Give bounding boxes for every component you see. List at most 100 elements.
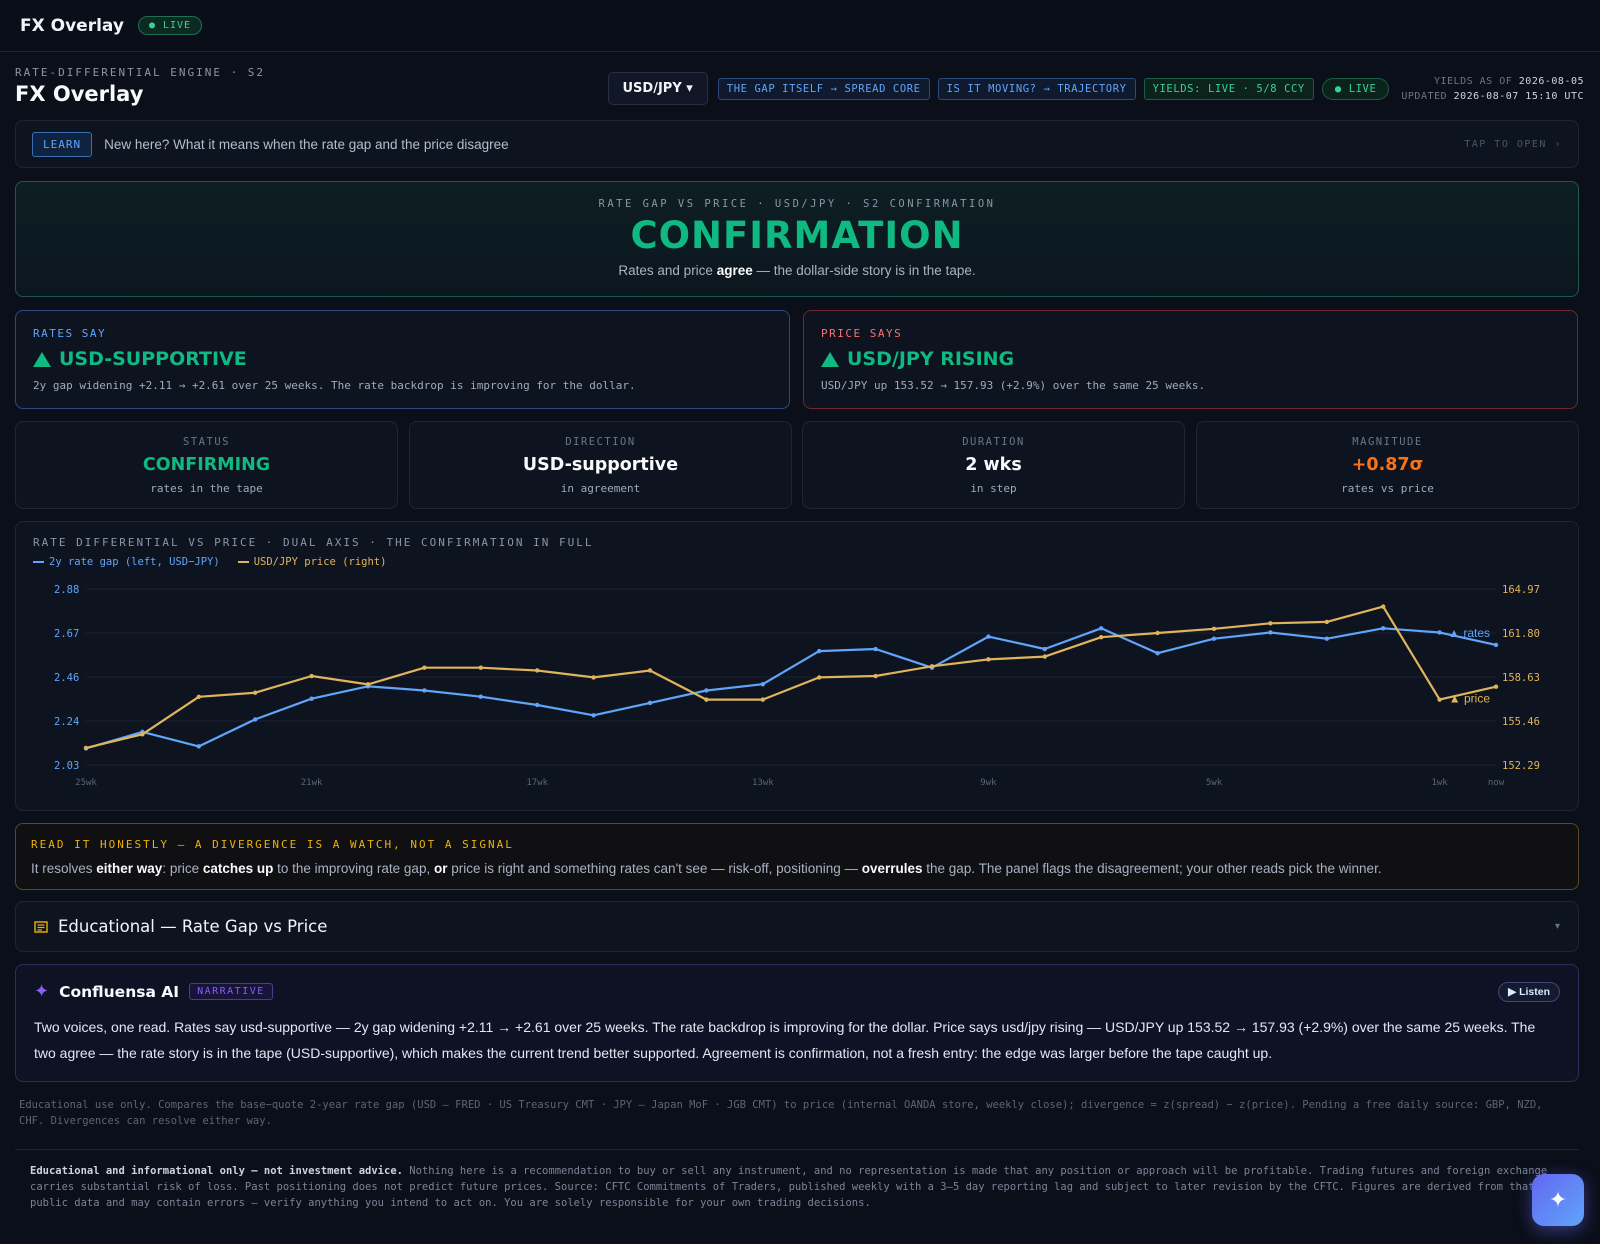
data-point: [140, 732, 145, 737]
data-point: [1324, 619, 1330, 625]
data-point: [535, 668, 540, 673]
data-point: [817, 675, 822, 680]
data-point: [83, 745, 89, 751]
up-triangle-icon: [821, 351, 839, 367]
data-point: [873, 646, 878, 652]
series-end-label: ▲ rates: [1448, 626, 1490, 640]
data-point: [929, 664, 935, 669]
rates-say-card: RATES SAY USD-SUPPORTIVE 2y gap widening…: [15, 310, 790, 409]
data-point: [704, 688, 709, 693]
learn-text: New here? What it means when the rate ga…: [104, 136, 509, 152]
tap-to-open[interactable]: TAP TO OPEN ›: [1464, 139, 1562, 150]
ai-narrative-panel: ✦ Confluensa AI NARRATIVE ▶ Listen Two v…: [15, 964, 1579, 1082]
kpi-value: +0.87σ: [1351, 455, 1424, 475]
trajectory-link[interactable]: IS IT MOVING? → TRAJECTORY: [937, 77, 1136, 100]
data-point: [1099, 634, 1104, 640]
live-status-badge: ● LIVE: [1321, 77, 1390, 100]
disclaimer: Educational and informational only — not…: [30, 1165, 1548, 1209]
y-left-tick-label: 2.03: [54, 760, 79, 772]
honest-text: It resolves either way: price catches up…: [31, 861, 1382, 876]
kpi-label: DURATION: [962, 436, 1025, 448]
data-point: [1042, 646, 1048, 652]
data-point: [253, 690, 258, 695]
dual-axis-chart: 2.88 164.97 2.67 161.80 2.46 158.63 2.24 155.46…: [15, 521, 1579, 811]
chart-title: RATE DIFFERENTIAL VS PRICE · DUAL AXIS ·…: [33, 536, 594, 549]
price-says-value: USD/JPY RISING: [821, 348, 1560, 370]
honest-title: READ IT HONESTLY — A DIVERGENCE IS A WAT…: [31, 838, 514, 851]
data-point: [478, 694, 483, 699]
data-point: [704, 697, 709, 702]
legend-rate-gap: 2y rate gap (left, USD−JPY): [33, 556, 220, 568]
data-point: [591, 675, 596, 680]
rates-say-value: USD-SUPPORTIVE: [33, 348, 772, 370]
rates-say-label: RATES SAY: [33, 327, 107, 340]
kpi-duration: DURATION 2 wks in step: [802, 421, 1185, 509]
kpi-value: USD-supportive: [522, 455, 679, 475]
kpi-sub: rates in the tape: [150, 482, 263, 495]
data-point: [1437, 697, 1442, 702]
kpi-magnitude: MAGNITUDE +0.87σ rates vs price: [1196, 421, 1579, 509]
x-tick-label: 21wk: [301, 778, 323, 788]
y-right-tick-label: 155.46: [1502, 716, 1540, 728]
assistant-fab-button[interactable]: ✦: [1532, 1174, 1584, 1226]
price-says-card: PRICE SAYS USD/JPY RISING USD/JPY up 153…: [803, 310, 1578, 409]
y-left-tick-label: 2.67: [54, 628, 79, 640]
data-point: [478, 665, 483, 670]
kpi-label: MAGNITUDE: [1352, 436, 1423, 448]
data-point: [647, 668, 653, 673]
methodology-note: Educational use only. Compares the base−…: [19, 1099, 1543, 1127]
pair-select[interactable]: USD/JPY ▾: [607, 72, 708, 105]
data-point: [1381, 604, 1386, 609]
ai-narrative-text: Two voices, one read. Rates say usd-supp…: [34, 1019, 1536, 1061]
sparkle-icon: ✦: [34, 981, 50, 1001]
x-tick-label: 1wk: [1431, 778, 1448, 788]
data-point: [196, 744, 201, 749]
listen-button[interactable]: ▶ Listen: [1498, 981, 1560, 1002]
data-point: [1042, 654, 1048, 659]
up-triangle-icon: [33, 351, 51, 367]
learn-banner[interactable]: LEARN New here? What it means when the r…: [15, 120, 1579, 168]
data-point: [365, 682, 371, 687]
data-point: [1268, 621, 1273, 626]
y-left-tick-label: 2.46: [54, 672, 79, 684]
spread-core-link[interactable]: THE GAP ITSELF → SPREAD CORE: [717, 77, 930, 100]
read-honestly-panel: READ IT HONESTLY — A DIVERGENCE IS A WAT…: [15, 823, 1579, 890]
x-tick-label: 5wk: [1206, 778, 1223, 788]
data-point: [1437, 630, 1442, 635]
data-point: [591, 713, 596, 718]
kpi-sub: in agreement: [560, 482, 641, 495]
data-point: [873, 673, 878, 679]
data-point: [422, 665, 427, 670]
y-right-tick-label: 164.97: [1502, 584, 1540, 596]
price-says-desc: USD/JPY up 153.52 → 157.93 (+2.9%) over …: [821, 379, 1206, 392]
data-point: [196, 694, 201, 700]
data-point: [535, 702, 540, 708]
data-point: [309, 696, 314, 701]
live-badge: ● LIVE: [137, 16, 203, 35]
data-point: [1493, 684, 1499, 689]
x-tick-label: 13wk: [752, 778, 774, 788]
page-header: RATE-DIFFERENTIAL ENGINE · S2 FX Overlay…: [15, 66, 1584, 112]
data-point: [253, 717, 258, 722]
verdict-panel: RATE GAP VS PRICE · USD/JPY · S2 CONFIRM…: [15, 181, 1579, 297]
legend-price: USD/JPY price (right): [237, 556, 386, 568]
data-point: [760, 697, 765, 702]
data-point: [986, 657, 991, 662]
chevron-down-icon[interactable]: ▾: [1555, 921, 1560, 932]
educational-accordion[interactable]: Educational — Rate Gap vs Price ▾: [15, 901, 1579, 952]
data-point: [1211, 626, 1217, 632]
divider: [15, 1149, 1579, 1150]
data-point: [1099, 626, 1104, 631]
data-point: [1493, 642, 1499, 648]
data-point: [309, 673, 314, 679]
learn-button[interactable]: LEARN: [32, 131, 93, 157]
verdict-title: CONFIRMATION: [630, 214, 964, 257]
kpi-value: CONFIRMING: [142, 455, 271, 475]
data-point: [986, 634, 991, 639]
y-right-tick-label: 158.63: [1502, 672, 1540, 684]
kpi-direction: DIRECTION USD-supportive in agreement: [409, 421, 792, 509]
kpi-value: 2 wks: [965, 455, 1022, 475]
verdict-subtitle: Rates and price agree — the dollar-side …: [618, 263, 976, 278]
data-point: [647, 700, 653, 706]
y-left-tick-label: 2.24: [54, 716, 79, 728]
